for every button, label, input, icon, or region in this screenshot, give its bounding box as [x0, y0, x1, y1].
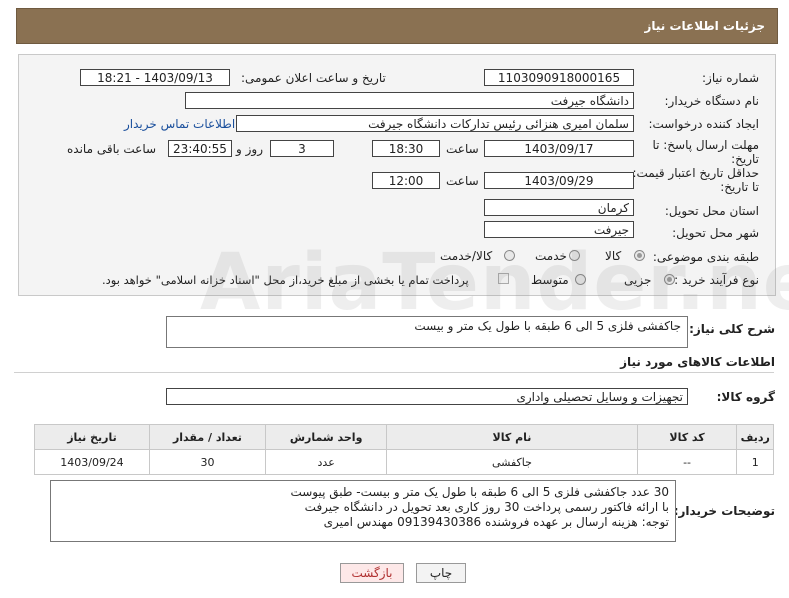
- reply-time-field: 18:30: [372, 140, 440, 157]
- creator-label: ایجاد کننده درخواست:: [648, 117, 759, 131]
- goods-section-title: اطلاعات کالاهای مورد نیاز: [620, 355, 775, 369]
- buyer-notes-label: توضیحات خریدار:: [673, 504, 775, 518]
- treasury-payment-note: پرداخت تمام یا بخشی از مبلغ خرید،از محل …: [102, 273, 469, 287]
- buyer-org-field: دانشگاه جیرفت: [185, 92, 634, 109]
- day-and-label: روز و: [236, 142, 263, 156]
- remaining-time-field: 23:40:55: [168, 140, 232, 157]
- reply-time-label: ساعت: [446, 142, 479, 156]
- province-label: استان محل تحویل:: [664, 204, 759, 218]
- city-field: جیرفت: [484, 221, 634, 238]
- announce-datetime-field: 1403/09/13 - 18:21: [80, 69, 230, 86]
- page-header-bar: جزئیات اطلاعات نیاز: [16, 8, 778, 44]
- reply-deadline-label: مهلت ارسال پاسخ: تا تاریخ:: [652, 138, 759, 166]
- province-field: کرمان: [484, 199, 634, 216]
- col-qty-header: تعداد / مقدار: [148, 424, 266, 450]
- need-number-label: شماره نیاز:: [702, 71, 759, 85]
- buyer-org-label: نام دستگاه خریدار:: [664, 94, 760, 108]
- category-service-label: خدمت: [535, 249, 567, 263]
- process-minor-label: جزیی: [624, 273, 652, 287]
- cell-code: --: [636, 449, 738, 475]
- buyer-notes-line: توجه: هزینه ارسال بر عهده فروشنده 091394…: [323, 515, 669, 529]
- buyer-notes-line: با ارائه فاکتور رسمی پرداخت 30 روز کاری …: [304, 500, 669, 514]
- summary-textarea: جاکفشی فلزی 5 الی 6 طبقه با طول یک متر و…: [166, 316, 688, 348]
- reply-date-field: 1403/09/17: [484, 140, 634, 157]
- announce-datetime-label: تاریخ و ساعت اعلان عمومی:: [241, 71, 386, 85]
- summary-label: شرح کلی نیاز:: [689, 322, 775, 336]
- need-number-field: 1103090918000165: [484, 69, 634, 86]
- section-divider: [14, 372, 774, 373]
- col-code-header: کد کالا: [636, 424, 738, 450]
- city-label: شهر محل تحویل:: [672, 226, 759, 240]
- process-type-label: نوع فرآیند خرید :: [674, 273, 759, 287]
- category-goods-label: کالا: [605, 249, 622, 263]
- process-medium-radio[interactable]: [575, 274, 586, 285]
- col-unit-header: واحد شمارش: [264, 424, 388, 450]
- price-validity-label: حداقل تاریخ اعتبار قیمت: تا تاریخ:: [632, 166, 759, 194]
- category-goods-service-label: کالا/خدمت: [440, 249, 493, 263]
- goods-group-label: گروه کالا:: [716, 390, 775, 404]
- col-row-header: ردیف: [736, 424, 774, 450]
- goods-table-header: ردیف کد کالا نام کالا واحد شمارش تعداد /…: [34, 424, 774, 450]
- category-service-radio[interactable]: [569, 250, 580, 261]
- category-goods-service-radio[interactable]: [504, 250, 515, 261]
- process-minor-radio[interactable]: [664, 274, 675, 285]
- cell-need-date: 1403/09/24: [34, 449, 150, 475]
- table-row: 1 -- جاکفشی عدد 30 1403/09/24: [34, 449, 774, 475]
- treasury-payment-checkbox[interactable]: [498, 273, 509, 284]
- buyer-notes-textarea: 30 عدد جاکفشی فلزی 5 الی 6 طبقه با طول ی…: [50, 480, 676, 542]
- price-validity-time-field: 12:00: [372, 172, 440, 189]
- goods-group-field: تجهیزات و وسایل تحصیلی واداری: [166, 388, 688, 405]
- process-medium-label: متوسط: [531, 273, 569, 287]
- print-button[interactable]: چاپ: [416, 563, 466, 583]
- buyer-notes-line: 30 عدد جاکفشی فلزی 5 الی 6 طبقه با طول ی…: [290, 485, 669, 499]
- category-label: طبقه بندی موضوعی:: [652, 250, 759, 264]
- back-button[interactable]: بازگشت: [340, 563, 404, 583]
- goods-table: ردیف کد کالا نام کالا واحد شمارش تعداد /…: [34, 424, 774, 475]
- buyer-contact-link[interactable]: اطلاعات تماس خریدار: [124, 117, 235, 131]
- col-date-header: تاریخ نیاز: [34, 424, 150, 450]
- col-name-header: نام کالا: [386, 424, 638, 450]
- cell-unit: عدد: [264, 449, 388, 475]
- category-goods-radio[interactable]: [634, 250, 645, 261]
- creator-field: سلمان امیری هنزائی رئیس تداركات دانشگاه …: [236, 115, 634, 132]
- cell-row-number: 1: [736, 449, 774, 475]
- summary-text: جاکفشی فلزی 5 الی 6 طبقه با طول یک متر و…: [414, 319, 681, 333]
- page-title: جزئیات اطلاعات نیاز: [644, 19, 765, 33]
- days-remaining-field: 3: [270, 140, 334, 157]
- price-validity-time-label: ساعت: [446, 174, 479, 188]
- remaining-time-label: ساعت باقی مانده: [67, 142, 157, 156]
- cell-quantity: 30: [148, 449, 266, 475]
- price-validity-date-field: 1403/09/29: [484, 172, 634, 189]
- cell-name: جاکفشی: [386, 449, 638, 475]
